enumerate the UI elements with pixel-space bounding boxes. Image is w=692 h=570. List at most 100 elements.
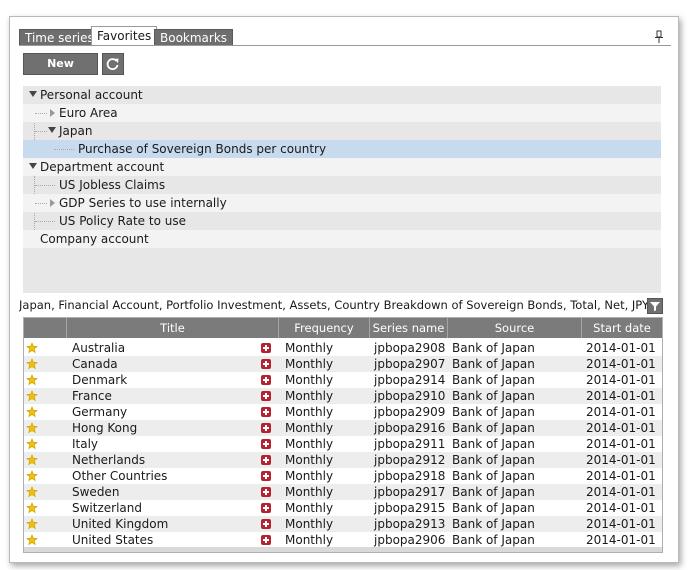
star-icon[interactable] bbox=[26, 470, 38, 482]
table-footer-strip bbox=[24, 547, 662, 552]
cell-frequency: Monthly bbox=[285, 453, 334, 467]
cell-start-date: 2014-01-01 bbox=[586, 501, 656, 515]
cell-series-name: jpbopa2917 bbox=[374, 485, 446, 499]
table-row[interactable]: Hong Kong Monthly jpbopa2916 Bank of Japan 2… bbox=[24, 420, 662, 436]
cell-title: Sweden bbox=[72, 485, 120, 499]
tree-item-department-account[interactable]: Department account bbox=[23, 158, 661, 176]
table-row[interactable]: Australia Monthly jpbopa2908 Bank of Japan 2… bbox=[24, 340, 662, 356]
cell-start-date: 2014-01-01 bbox=[586, 389, 656, 403]
tab-time-series[interactable]: Time series bbox=[19, 29, 100, 46]
column-header-favorite[interactable] bbox=[24, 318, 67, 338]
star-icon[interactable] bbox=[26, 390, 38, 402]
series-description: Japan, Financial Account, Portfolio Inve… bbox=[19, 298, 649, 312]
cell-source: Bank of Japan bbox=[452, 421, 535, 435]
cell-title: Hong Kong bbox=[72, 421, 138, 435]
tab-favorites[interactable]: Favorites bbox=[91, 26, 158, 46]
table-row[interactable]: France Monthly jpbopa2910 Bank of Japan 2014… bbox=[24, 388, 662, 404]
cell-frequency: Monthly bbox=[285, 357, 334, 371]
cell-source: Bank of Japan bbox=[452, 485, 535, 499]
table-row[interactable]: United States Monthly jpbopa2906 Bank of Ja… bbox=[24, 532, 662, 548]
column-header-start-date[interactable]: Start date bbox=[582, 318, 662, 338]
tree-item-japan[interactable]: Japan bbox=[23, 122, 661, 140]
cell-start-date: 2014-01-01 bbox=[586, 373, 656, 387]
star-icon[interactable] bbox=[26, 406, 38, 418]
add-series-icon[interactable] bbox=[261, 375, 271, 385]
table-row[interactable]: Sweden Monthly jpbopa2917 Bank of Japan 2014… bbox=[24, 484, 662, 500]
add-series-icon[interactable] bbox=[261, 343, 271, 353]
table-row[interactable]: Canada Monthly jpbopa2907 Bank of Japan 2014… bbox=[24, 356, 662, 372]
expand-arrow-icon[interactable] bbox=[29, 163, 37, 169]
add-series-icon[interactable] bbox=[261, 439, 271, 449]
cell-start-date: 2014-01-01 bbox=[586, 421, 656, 435]
pin-icon[interactable] bbox=[654, 30, 664, 44]
tree-item-us-policy-rate[interactable]: US Policy Rate to use bbox=[23, 212, 661, 230]
cell-series-name: jpbopa2910 bbox=[374, 389, 446, 403]
tree-item-gdp-series[interactable]: GDP Series to use internally bbox=[23, 194, 661, 212]
table-row[interactable]: Switzerland Monthly jpbopa2915 Bank of Japa… bbox=[24, 500, 662, 516]
add-series-icon[interactable] bbox=[261, 535, 271, 545]
new-folder-button[interactable]: New folder... bbox=[23, 53, 98, 90]
filter-button[interactable] bbox=[647, 298, 663, 314]
add-series-icon[interactable] bbox=[261, 359, 271, 369]
cell-source: Bank of Japan bbox=[452, 437, 535, 451]
add-series-icon[interactable] bbox=[261, 471, 271, 481]
favorites-panel: Time series Favorites Bookmarks New fold… bbox=[9, 16, 679, 563]
add-series-icon[interactable] bbox=[261, 487, 271, 497]
add-series-icon[interactable] bbox=[261, 519, 271, 529]
cell-frequency: Monthly bbox=[285, 501, 334, 515]
column-header-frequency[interactable]: Frequency bbox=[279, 318, 370, 338]
tab-bookmarks[interactable]: Bookmarks bbox=[154, 29, 234, 46]
table-row[interactable]: Denmark Monthly jpbopa2914 Bank of Japan 201… bbox=[24, 372, 662, 388]
cell-title: Switzerland bbox=[72, 501, 142, 515]
star-icon[interactable] bbox=[26, 454, 38, 466]
tree-item-company-account[interactable]: Company account bbox=[23, 230, 661, 248]
collapsed-arrow-icon[interactable] bbox=[50, 199, 55, 207]
table-row[interactable]: Italy Monthly jpbopa2911 Bank of Japan 2014-… bbox=[24, 436, 662, 452]
star-icon[interactable] bbox=[26, 422, 38, 434]
star-icon[interactable] bbox=[26, 342, 38, 354]
cell-source: Bank of Japan bbox=[452, 405, 535, 419]
cell-start-date: 2014-01-01 bbox=[586, 341, 656, 355]
table-row[interactable]: Germany Monthly jpbopa2909 Bank of Japan 201… bbox=[24, 404, 662, 420]
column-header-series-name[interactable]: Series name bbox=[370, 318, 448, 338]
table-row[interactable]: United Kingdom Monthly jpbopa2913 Bank of J… bbox=[24, 516, 662, 532]
cell-title: Denmark bbox=[72, 373, 128, 387]
cell-source: Bank of Japan bbox=[452, 501, 535, 515]
add-series-icon[interactable] bbox=[261, 503, 271, 513]
column-header-title[interactable]: Title bbox=[67, 318, 279, 338]
star-icon[interactable] bbox=[26, 518, 38, 530]
collapsed-arrow-icon[interactable] bbox=[50, 109, 55, 117]
refresh-button[interactable] bbox=[102, 53, 124, 75]
expand-arrow-icon[interactable] bbox=[48, 127, 56, 133]
refresh-icon bbox=[106, 58, 119, 70]
cell-start-date: 2014-01-01 bbox=[586, 357, 656, 371]
star-icon[interactable] bbox=[26, 358, 38, 370]
table-row[interactable]: Netherlands Monthly jpbopa2912 Bank of Japa… bbox=[24, 452, 662, 468]
add-series-icon[interactable] bbox=[261, 455, 271, 465]
tree-item-personal-account[interactable]: Personal account bbox=[23, 86, 661, 104]
cell-title: United States bbox=[72, 533, 154, 547]
table-row[interactable]: Other Countries Monthly jpbopa2918 Bank of … bbox=[24, 468, 662, 484]
cell-start-date: 2014-01-01 bbox=[586, 469, 656, 483]
star-icon[interactable] bbox=[26, 534, 38, 546]
cell-frequency: Monthly bbox=[285, 421, 334, 435]
cell-title: France bbox=[72, 389, 112, 403]
cell-series-name: jpbopa2908 bbox=[374, 341, 446, 355]
cell-frequency: Monthly bbox=[285, 469, 334, 483]
add-series-icon[interactable] bbox=[261, 407, 271, 417]
tree-item-purchase-sovereign-bonds[interactable]: Purchase of Sovereign Bonds per country bbox=[23, 140, 661, 158]
star-icon[interactable] bbox=[26, 486, 38, 498]
star-icon[interactable] bbox=[26, 502, 38, 514]
tree-item-us-jobless-claims[interactable]: US Jobless Claims bbox=[23, 176, 661, 194]
cell-frequency: Monthly bbox=[285, 405, 334, 419]
cell-start-date: 2014-01-01 bbox=[586, 533, 656, 547]
add-series-icon[interactable] bbox=[261, 391, 271, 401]
star-icon[interactable] bbox=[26, 438, 38, 450]
star-icon[interactable] bbox=[26, 374, 38, 386]
tree-item-euro-area[interactable]: Euro Area bbox=[23, 104, 661, 122]
expand-arrow-icon[interactable] bbox=[29, 91, 37, 97]
cell-source: Bank of Japan bbox=[452, 357, 535, 371]
filter-icon bbox=[650, 302, 660, 311]
column-header-source[interactable]: Source bbox=[448, 318, 582, 338]
add-series-icon[interactable] bbox=[261, 423, 271, 433]
